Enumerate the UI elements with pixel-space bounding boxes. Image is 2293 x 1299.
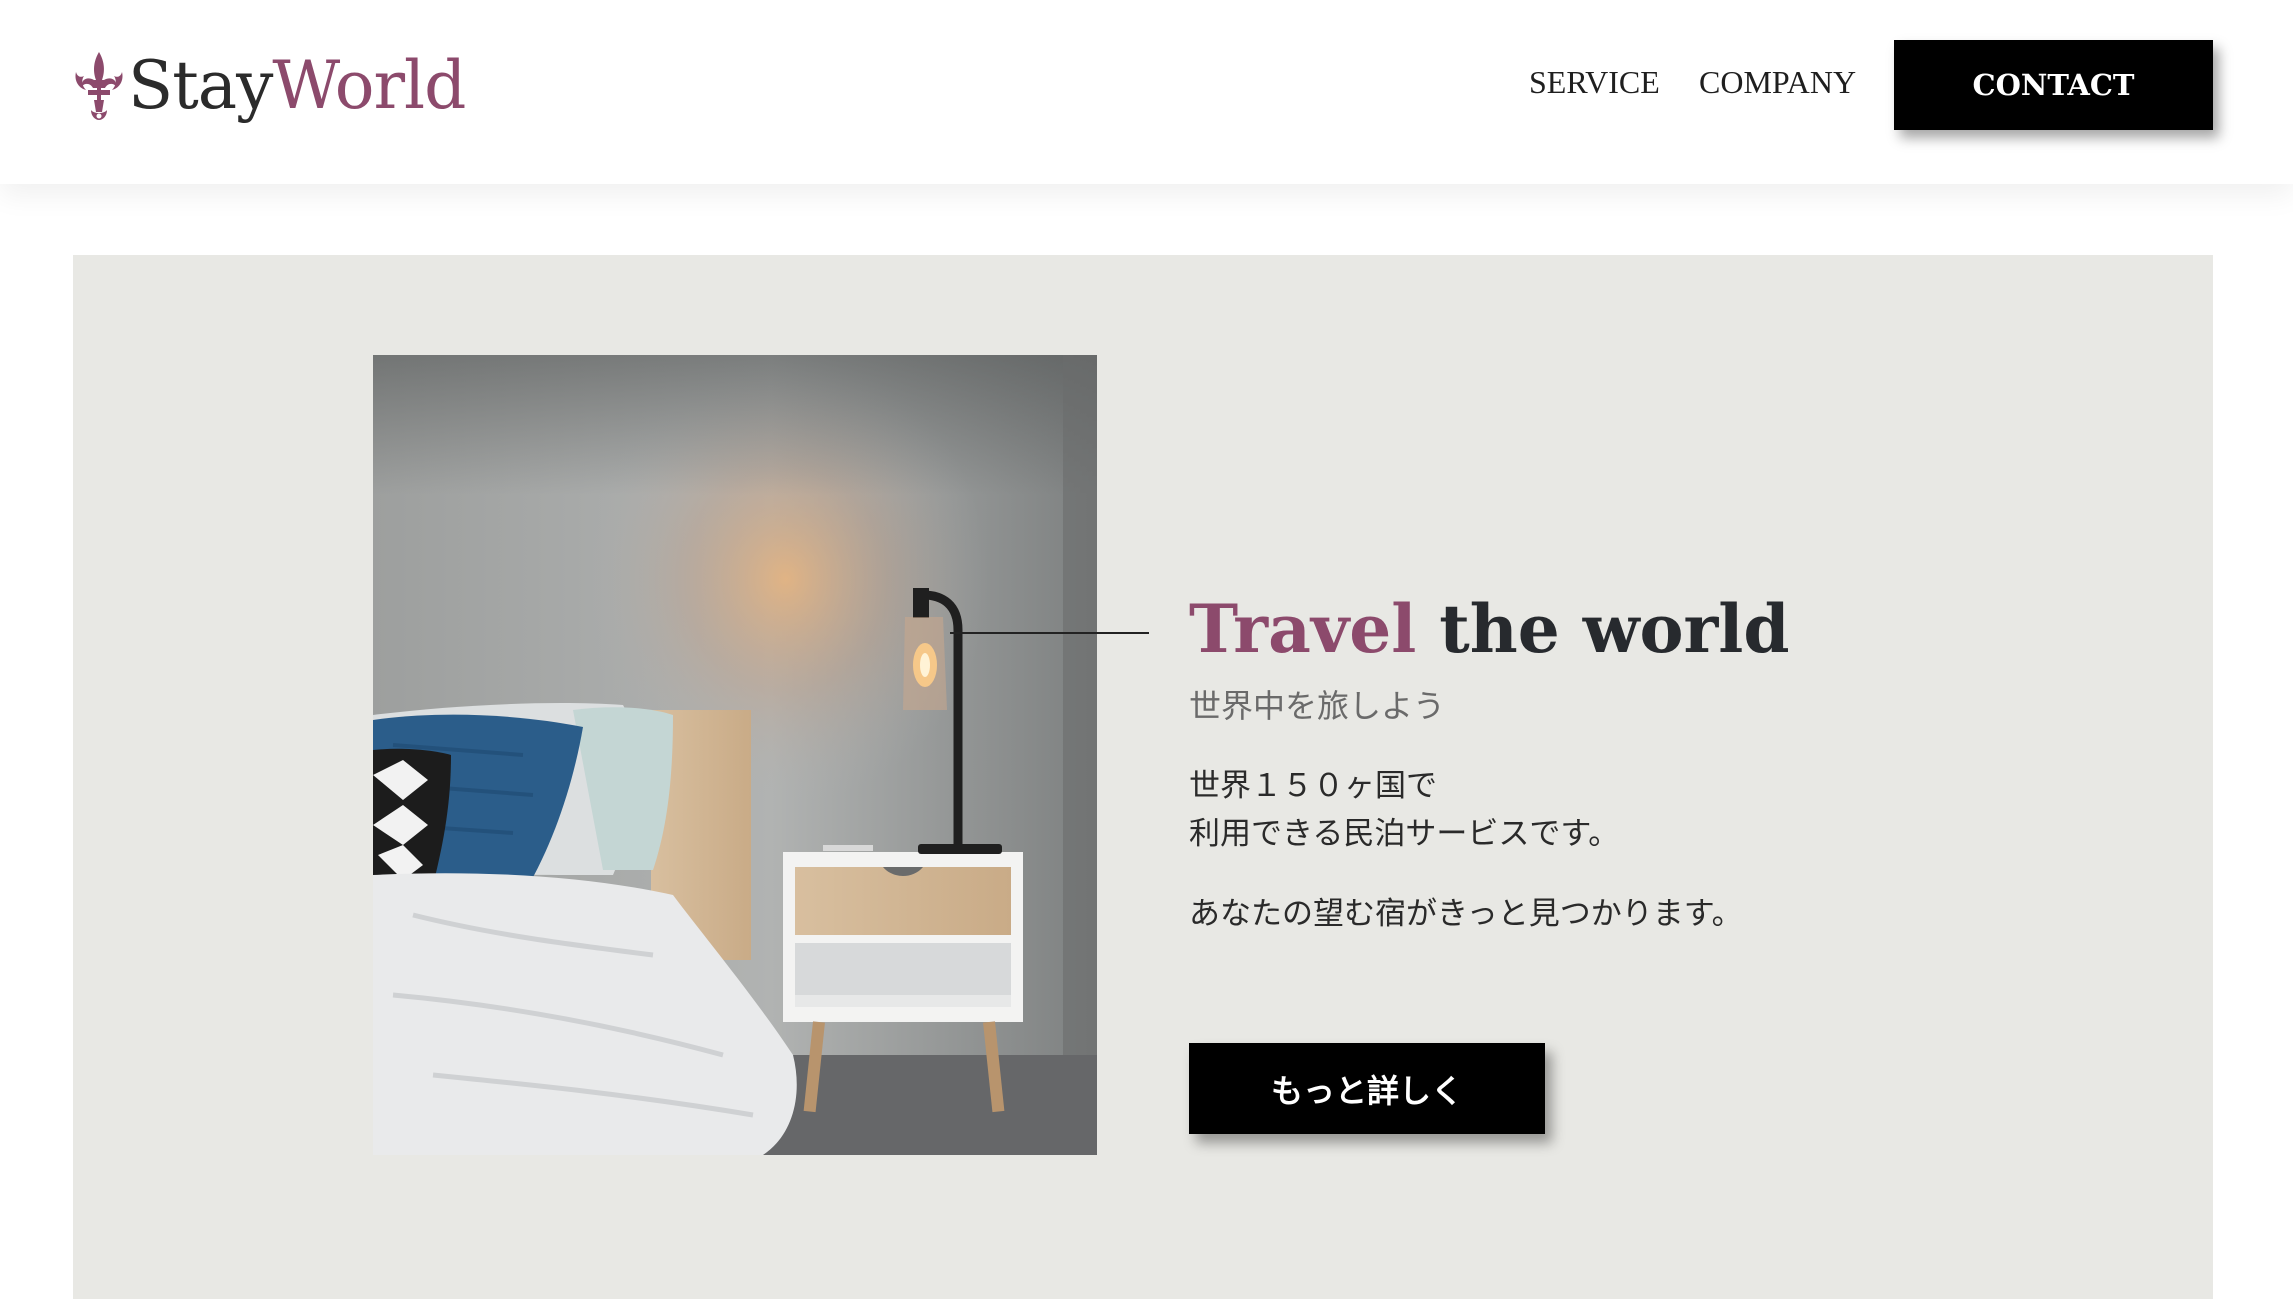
connector-line (950, 632, 1149, 634)
nav-link-company[interactable]: COMPANY (1699, 62, 1856, 102)
hero-description-line-1: 世界１５０ヶ国で (1189, 768, 1437, 804)
hero-image (373, 355, 1097, 1155)
hero-title-highlight: Travel (1189, 590, 1417, 668)
hero-description-line-3: あなたの望む宿がきっと見つかります。 (1189, 896, 1743, 932)
hero-description-line-2: 利用できる民泊サービスです。 (1189, 816, 1620, 852)
brand-name-world: World (272, 47, 466, 124)
brand-logo[interactable]: StayWorld (72, 46, 466, 126)
site-header: StayWorld SERVICE COMPANY CONTACT (0, 0, 2293, 184)
nav-link-service[interactable]: SERVICE (1529, 62, 1660, 102)
contact-button[interactable]: CONTACT (1894, 40, 2213, 130)
brand-name-stay: Stay (128, 47, 273, 124)
fleur-de-lis-icon (75, 52, 123, 120)
brand-wordmark: StayWorld (128, 46, 466, 126)
hero-subtitle: 世界中を旅しよう (1189, 687, 1446, 725)
hero-title-rest: the world (1439, 590, 1790, 668)
hero-title: Travel the world (1189, 588, 1790, 670)
learn-more-button[interactable]: もっと詳しく (1189, 1043, 1545, 1134)
bedroom-photo-illustration (373, 355, 1097, 1155)
